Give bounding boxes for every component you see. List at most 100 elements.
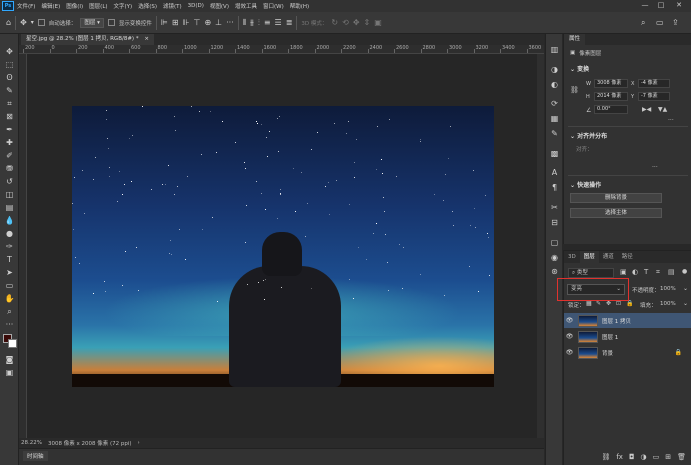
gradient-tool-icon[interactable]: ▤ (4, 202, 15, 213)
visibility-eye-icon[interactable]: 👁 (564, 333, 575, 340)
filter-toggle-icon[interactable]: ● (682, 268, 687, 275)
link-icon[interactable]: ⛓ (570, 86, 579, 94)
3d-pan-icon[interactable]: ✥ (353, 18, 360, 28)
more-options-icon[interactable]: ··· (226, 18, 234, 28)
styles-panel-icon[interactable]: ▩ (549, 148, 560, 159)
brush-tool-icon[interactable]: ✐ (4, 150, 15, 161)
chevron-down-icon[interactable]: ⌄ (683, 285, 688, 292)
remove-background-button[interactable]: 删除背景 (570, 193, 662, 203)
libraries-panel-icon[interactable]: ▢ (549, 237, 560, 248)
timeline-tab[interactable]: 时间轴 (23, 451, 48, 461)
align-top-icon[interactable]: ⊤ (194, 18, 201, 28)
crop-tool-icon[interactable]: ⌗ (4, 98, 15, 109)
auto-select-dropdown[interactable]: 图层 ▾ (80, 17, 104, 28)
brushes-panel-icon[interactable]: ✎ (549, 128, 560, 139)
visibility-eye-icon[interactable]: 👁 (564, 317, 575, 324)
align-center-icon[interactable]: ⊞ (172, 18, 179, 28)
stamp-tool-icon[interactable]: ⛃ (4, 163, 15, 174)
3d-rotate-icon[interactable]: ↻ (331, 18, 338, 28)
lasso-tool-icon[interactable]: ʘ (4, 72, 15, 83)
close-tab-icon[interactable]: × (144, 36, 149, 42)
new-layer-icon[interactable]: ⊞ (665, 453, 671, 461)
menu-item-view[interactable]: 视图(V) (210, 2, 229, 10)
adjustments-panel-icon[interactable]: ◐ (549, 79, 560, 90)
menu-item-help[interactable]: 帮助(H) (290, 2, 309, 10)
eraser-tool-icon[interactable]: ◫ (4, 189, 15, 200)
pen-tool-icon[interactable]: ✑ (4, 241, 15, 252)
tool-presets-icon[interactable]: ✂ (549, 202, 560, 213)
menu-item-image[interactable]: 图像(I) (66, 2, 83, 10)
share-icon[interactable]: ⇪ (672, 18, 679, 28)
frame-tool-icon[interactable]: ⊠ (4, 111, 15, 122)
layer-filter-dropdown[interactable]: ⌕ 类型 (568, 268, 614, 278)
more-transform-icon[interactable]: ··· (668, 117, 674, 124)
visibility-eye-icon[interactable]: 👁 (564, 349, 575, 356)
layer-row[interactable]: 👁 图层 1 (564, 329, 691, 344)
healing-tool-icon[interactable]: ✚ (4, 137, 15, 148)
paragraph-panel-icon[interactable]: ¶ (549, 182, 560, 193)
adjustment-layer-icon[interactable]: ◑ (641, 453, 647, 461)
delete-layer-icon[interactable]: 🗑 (677, 453, 686, 461)
menu-item-edit[interactable]: 编辑(E) (41, 2, 60, 10)
select-subject-button[interactable]: 选择主体 (570, 208, 662, 218)
history-brush-icon[interactable]: ↺ (4, 176, 15, 187)
flip-vertical-icon[interactable]: ▼▲ (658, 106, 667, 113)
more-tools-icon[interactable]: ··· (4, 319, 15, 330)
filter-adjustment-icon[interactable]: ◐ (632, 268, 638, 276)
distribute-top-icon[interactable]: ≡ (264, 18, 271, 28)
filter-type-icon[interactable]: T (644, 268, 648, 276)
3d-scale-icon[interactable]: ▣ (374, 18, 382, 28)
document-tab[interactable]: 星空.jpg @ 28.2% (图层 1 拷贝, RGB/8#) * × (21, 34, 154, 45)
layer-name[interactable]: 图层 1 (602, 333, 618, 341)
fill-value[interactable]: 100% (660, 301, 676, 307)
lock-pixels-icon[interactable]: ✎ (596, 300, 601, 307)
menu-item-file[interactable]: 文件(F) (17, 2, 35, 10)
layer-row[interactable]: 👁 图层 1 拷贝 (564, 313, 691, 328)
color-panel-icon[interactable]: ◑ (549, 64, 560, 75)
add-mask-icon[interactable]: ◘ (629, 453, 635, 461)
menu-item-layer[interactable]: 图层(L) (89, 2, 107, 10)
menu-item-plugins[interactable]: 增效工具 (235, 2, 257, 10)
move-tool-icon[interactable]: ✥ (20, 18, 27, 28)
distribute-bottom-icon[interactable]: ≣ (286, 18, 293, 28)
dodge-tool-icon[interactable]: ● (4, 228, 15, 239)
3d-slide-icon[interactable]: ⇕ (364, 18, 371, 28)
close-button[interactable]: ✕ (674, 1, 684, 10)
y-field[interactable]: -7 像素 (638, 92, 670, 101)
opacity-value[interactable]: 100% (660, 286, 676, 292)
lock-all-icon[interactable]: 🔒 (626, 300, 633, 307)
height-field[interactable]: 2014 像素 (594, 92, 628, 101)
3d-roll-icon[interactable]: ⟲ (342, 18, 349, 28)
flip-horizontal-icon[interactable]: ▶◀ (642, 106, 651, 113)
history-panel-icon[interactable]: ▥ (549, 44, 560, 55)
layer-style-icon[interactable]: fx (616, 453, 623, 461)
blur-tool-icon[interactable]: 💧 (4, 215, 15, 226)
auto-select-checkbox[interactable] (37, 19, 45, 26)
path-select-tool-icon[interactable]: ➤ (4, 267, 15, 278)
menu-item-3d[interactable]: 3D(D) (188, 3, 204, 9)
screen-mode-icon[interactable]: ▣ (4, 367, 15, 378)
layer-row[interactable]: 👁 背景 🔒 (564, 345, 691, 360)
type-tool-icon[interactable]: T (4, 254, 15, 265)
x-field[interactable]: -4 像素 (638, 79, 670, 88)
vertical-scrollbar[interactable] (537, 54, 544, 438)
more-align-icon[interactable]: ··· (652, 164, 658, 171)
tab-3d[interactable]: 3D (564, 251, 580, 263)
swatches-panel-icon[interactable]: ▦ (549, 113, 560, 124)
tab-channels[interactable]: 通道 (599, 251, 618, 263)
align-right-icon[interactable]: ⊪ (183, 18, 190, 28)
marquee-tool-icon[interactable]: ⬚ (4, 59, 15, 70)
filter-smart-object-icon[interactable]: ▤ (668, 268, 675, 276)
tab-paths[interactable]: 路径 (618, 251, 637, 263)
background-color-swatch[interactable] (8, 339, 17, 348)
workspace-icon[interactable]: ▭ (656, 18, 664, 28)
align-middle-icon[interactable]: ⊕ (204, 18, 211, 28)
layer-name[interactable]: 背景 (602, 349, 613, 357)
menu-item-window[interactable]: 窗口(W) (263, 2, 284, 10)
tab-layers[interactable]: 图层 (579, 251, 599, 263)
width-field[interactable]: 3008 像素 (594, 79, 628, 88)
lock-position-icon[interactable]: ✥ (606, 300, 611, 307)
show-transform-checkbox[interactable] (107, 19, 115, 26)
chevron-down-icon[interactable]: ⌄ (683, 300, 688, 307)
distribute-middle-icon[interactable]: ☰ (275, 18, 282, 28)
